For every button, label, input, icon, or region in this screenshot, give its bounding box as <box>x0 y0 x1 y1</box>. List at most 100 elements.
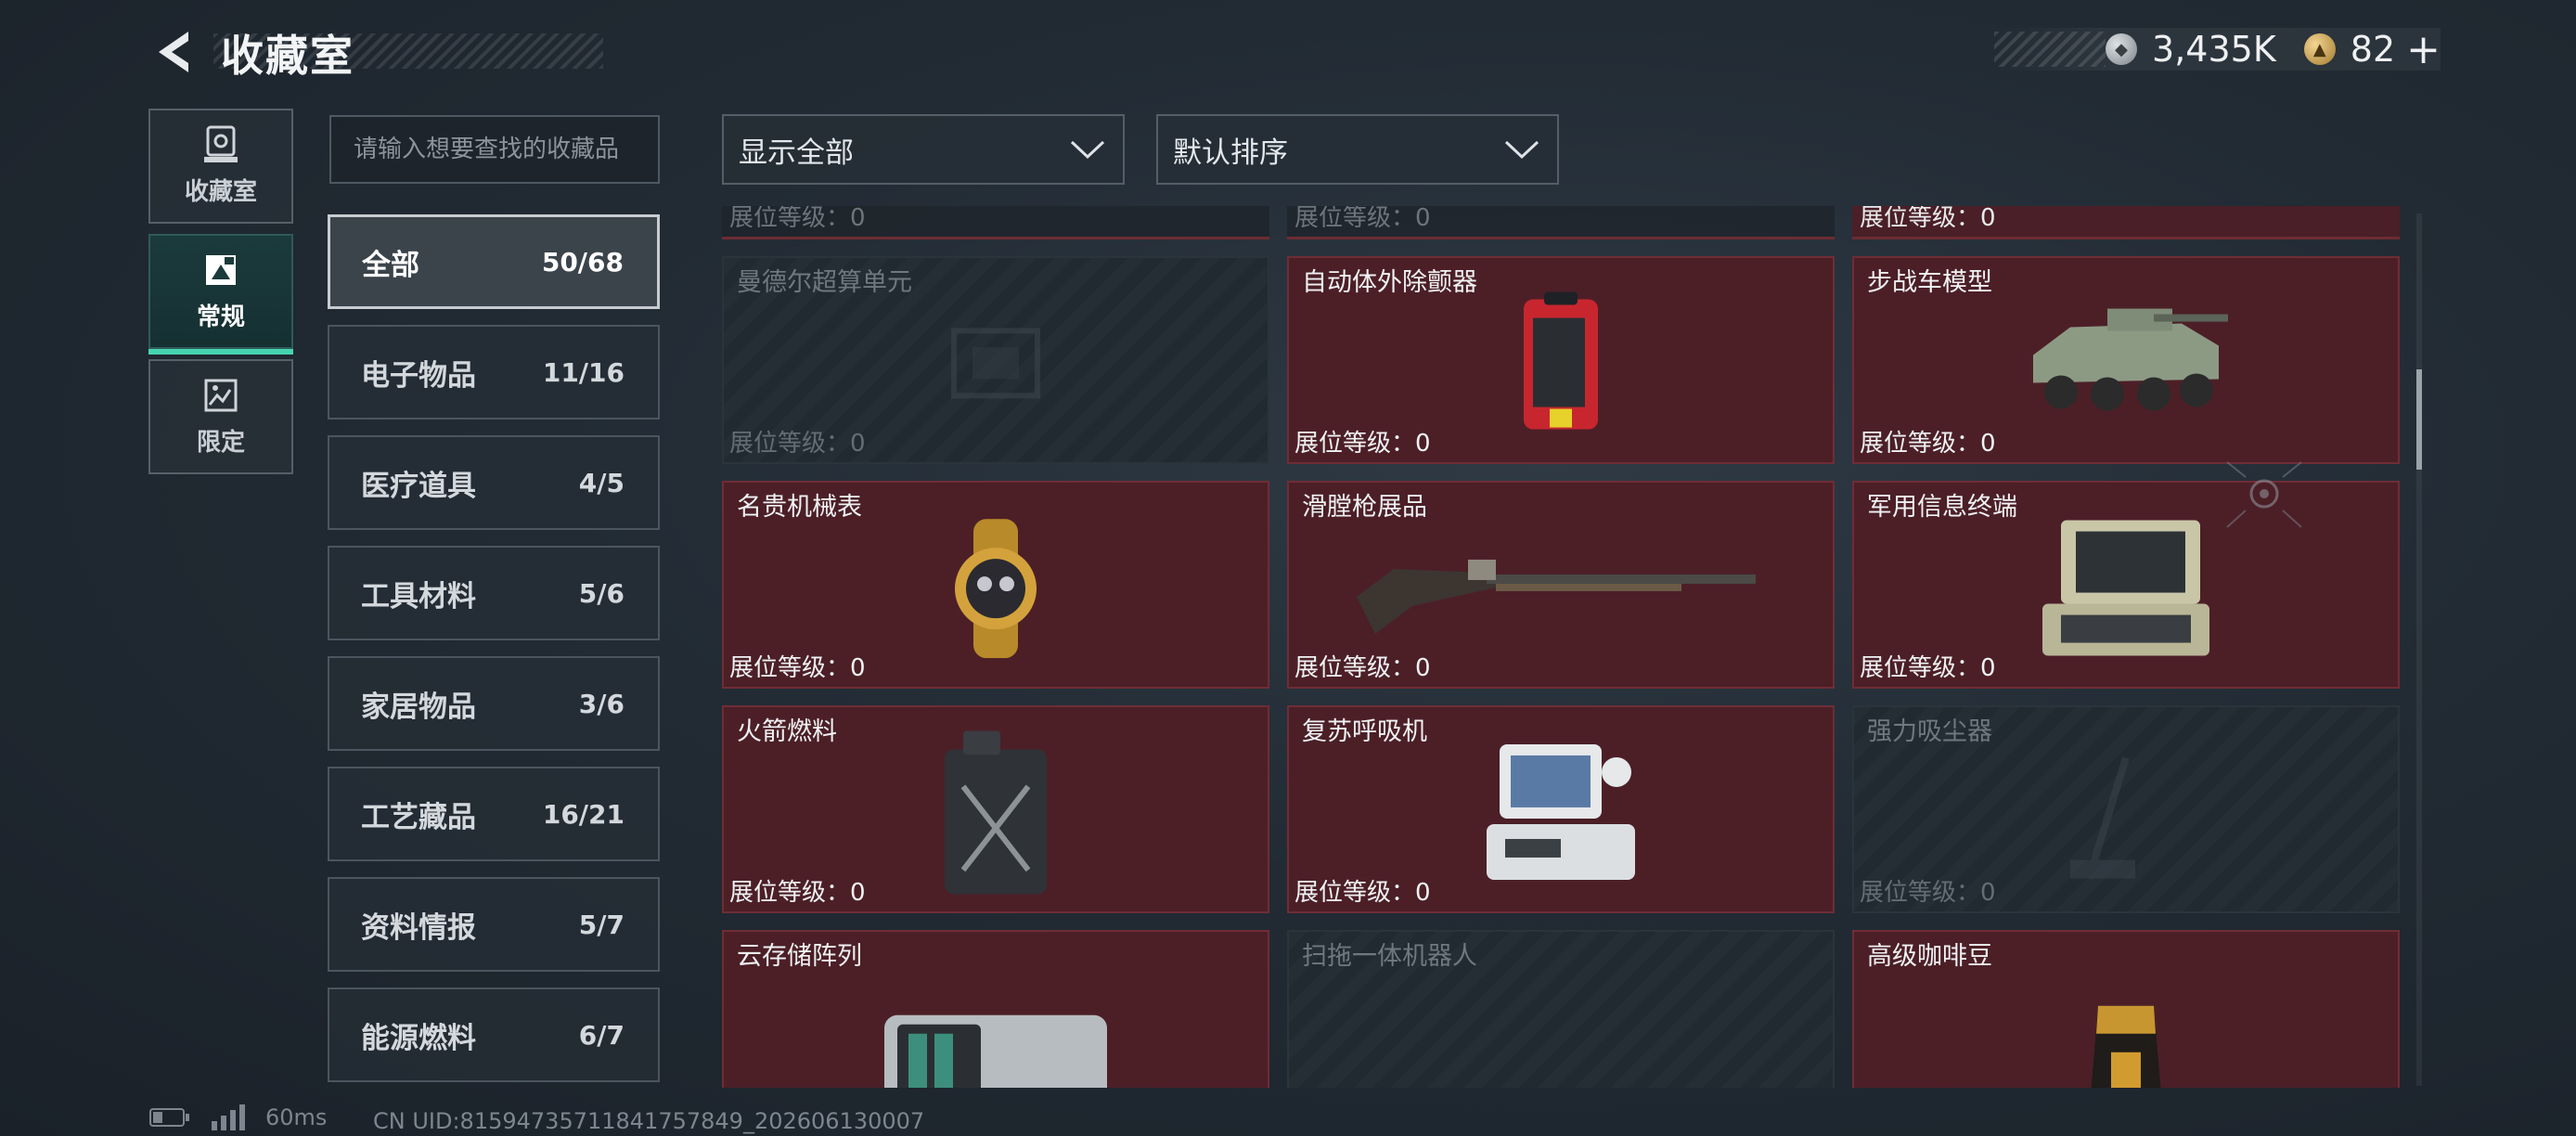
crosshair-decoration <box>2209 453 2320 549</box>
item-card[interactable]: 火箭燃料 展位等级：0 <box>722 705 1269 913</box>
booth-level: 展位等级：0 <box>1860 430 1996 458</box>
search-input[interactable] <box>354 136 658 163</box>
category-label: 家居物品 <box>361 690 476 724</box>
item-name: 复苏呼吸机 <box>1302 717 1427 746</box>
category-tools[interactable]: 工具材料 5/6 <box>328 546 660 640</box>
back-button[interactable] <box>147 24 199 80</box>
status-bar: 60ms <box>148 1099 327 1136</box>
category-household[interactable]: 家居物品 3/6 <box>328 656 660 751</box>
item-name: 扫拖一体机器人 <box>1302 942 1477 971</box>
category-electronics[interactable]: 电子物品 11/16 <box>328 325 660 420</box>
item-name: 步战车模型 <box>1867 268 1992 297</box>
silver-coin-icon: ◆ <box>2106 33 2138 65</box>
left-nav: 收藏室 常规 限定 <box>148 109 293 484</box>
collection-grid: 展位等级：0 展位等级：0 展位等级：0 曼德尔超算单元 展位等级：0 自动体外… <box>722 206 2402 1088</box>
battery-icon <box>149 1108 189 1127</box>
nav-limited[interactable]: 限定 <box>148 359 293 474</box>
header: 收藏室 ◆ 3,435K ▲ 82 + <box>0 0 2576 102</box>
item-card[interactable]: 扫拖一体机器人 <box>1287 930 1835 1088</box>
nav-showcase-label: 收藏室 <box>184 177 257 206</box>
booth-level: 展位等级：0 <box>1294 879 1431 907</box>
booth-level: 展位等级：0 <box>1860 879 1996 907</box>
signal-icon <box>212 1104 245 1130</box>
booth-level: 展位等级：0 <box>729 879 866 907</box>
item-card[interactable]: 云存储阵列 <box>722 930 1269 1088</box>
nav-limited-label: 限定 <box>196 428 245 457</box>
back-arrow-icon <box>159 32 188 72</box>
item-name: 火箭燃料 <box>737 717 837 746</box>
display-filter-dropdown[interactable]: 显示全部 <box>722 114 1125 185</box>
item-name: 名贵机械表 <box>737 493 862 522</box>
chevron-down-icon <box>1504 140 1539 160</box>
sort-dropdown[interactable]: 默认排序 <box>1156 114 1559 185</box>
ventilator-image <box>1477 735 1644 897</box>
item-name: 强力吸尘器 <box>1867 717 1992 746</box>
item-card[interactable]: 名贵机械表 展位等级：0 <box>722 481 1269 689</box>
booth-level: 展位等级：0 <box>729 206 866 232</box>
item-card[interactable]: 曼德尔超算单元 展位等级：0 <box>722 256 1269 464</box>
category-label: 工艺藏品 <box>361 800 476 834</box>
ping-value: 60ms <box>265 1104 328 1130</box>
item-card[interactable]: 高级咖啡豆 <box>1852 930 2400 1088</box>
booth-level: 展位等级：0 <box>729 654 866 682</box>
chevron-down-icon <box>1070 140 1105 160</box>
item-name: 曼德尔超算单元 <box>737 268 912 297</box>
vacuum-cleaner-image <box>2052 740 2200 892</box>
category-count: 11/16 <box>542 356 625 388</box>
silver-currency-value: 3,435K <box>2152 29 2276 70</box>
military-terminal-image <box>2033 515 2219 667</box>
category-medical[interactable]: 医疗道具 4/5 <box>328 435 660 530</box>
regular-collection-icon <box>202 252 239 289</box>
partial-card[interactable]: 展位等级：0 <box>1287 206 1835 239</box>
page-title: 收藏室 <box>221 31 354 81</box>
rocket-fuel-image <box>926 730 1065 901</box>
booth-level: 展位等级：0 <box>1294 430 1431 458</box>
category-count: 6/7 <box>578 1019 625 1051</box>
sort-value: 默认排序 <box>1173 136 1288 170</box>
item-name: 军用信息终端 <box>1867 493 2017 522</box>
nav-regular[interactable]: 常规 <box>148 234 293 355</box>
item-card[interactable]: 复苏呼吸机 展位等级：0 <box>1287 705 1835 913</box>
supercomputer-unit-image <box>926 303 1065 427</box>
item-card[interactable]: 强力吸尘器 展位等级：0 <box>1852 705 2400 913</box>
luxury-watch-image <box>931 519 1061 662</box>
nav-regular-label: 常规 <box>196 303 245 331</box>
category-label: 资料情报 <box>361 910 476 945</box>
booth-level: 展位等级：0 <box>729 430 866 458</box>
add-currency-button[interactable]: + <box>2406 26 2441 73</box>
category-energy[interactable]: 能源燃料 6/7 <box>328 988 660 1082</box>
search-box[interactable] <box>329 115 660 184</box>
category-count: 16/21 <box>542 798 625 830</box>
booth-level: 展位等级：0 <box>1860 654 1996 682</box>
partial-card[interactable]: 展位等级：0 <box>722 206 1269 239</box>
category-count: 5/7 <box>578 909 625 940</box>
defibrillator-image <box>1505 290 1616 443</box>
nav-showcase[interactable]: 收藏室 <box>148 109 293 224</box>
item-name: 自动体外除颤器 <box>1302 268 1477 297</box>
category-count: 4/5 <box>578 467 625 498</box>
booth-level: 展位等级：0 <box>1294 654 1431 682</box>
currency-decoration <box>1994 32 2106 67</box>
item-name: 云存储阵列 <box>737 942 862 971</box>
category-intel[interactable]: 资料情报 5/7 <box>328 877 660 972</box>
grid-scrollbar[interactable] <box>2416 213 2422 1086</box>
currency-bar: ◆ 3,435K ▲ 82 + <box>1994 26 2441 73</box>
coffee-beans-image <box>2080 997 2172 1088</box>
limited-collection-icon <box>202 377 239 414</box>
category-crafts[interactable]: 工艺藏品 16/21 <box>328 767 660 861</box>
cloud-storage-array-image <box>875 997 1116 1088</box>
item-card[interactable]: 滑膛枪展品 展位等级：0 <box>1287 481 1835 689</box>
booth-level: 展位等级：0 <box>1294 206 1431 232</box>
user-uid: CN UID:8159473571184175​7849_20260613000… <box>373 1108 925 1134</box>
gold-currency-value: 82 <box>2350 29 2396 70</box>
category-label: 全部 <box>362 248 419 282</box>
item-card[interactable]: 步战车模型 展位等级：0 <box>1852 256 2400 464</box>
partial-card[interactable]: 展位等级：0 <box>1852 206 2400 239</box>
category-all[interactable]: 全部 50/68 <box>328 214 660 309</box>
partial-row: 展位等级：0 展位等级：0 展位等级：0 <box>722 206 2402 239</box>
item-card[interactable]: 自动体外除颤器 展位等级：0 <box>1287 256 1835 464</box>
booth-level: 展位等级：0 <box>1860 206 1996 232</box>
scrollbar-thumb[interactable] <box>2416 369 2422 470</box>
display-filter-value: 显示全部 <box>739 136 854 170</box>
item-name: 高级咖啡豆 <box>1867 942 1992 971</box>
